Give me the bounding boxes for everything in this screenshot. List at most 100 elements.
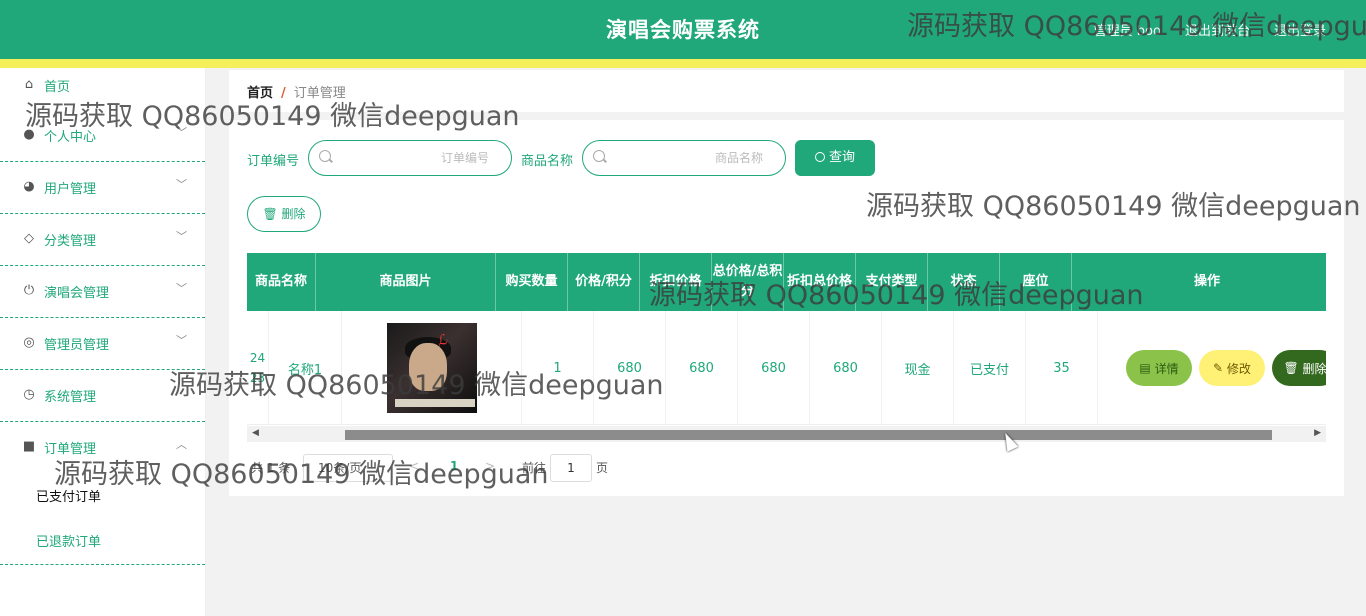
column-header: 状态 [928, 253, 1000, 311]
orders-table: 商品名称 商品图片 购买数量 价格/积分 折扣价格 总价格/总积分 折扣总价格 … [247, 253, 1326, 425]
sidebar-item-profile[interactable]: ● 个人中心 ﹀ [0, 110, 205, 162]
batch-delete-label: 删除 [281, 207, 306, 221]
column-header: 商品图片 [316, 253, 496, 311]
sidebar-subitem-label: 已退款订单 [36, 535, 102, 550]
product-name-search [582, 140, 786, 176]
sidebar-item-users[interactable]: ◕ 用户管理 ﹀ [0, 162, 205, 214]
page-number[interactable]: 1 [450, 459, 458, 473]
search-icon [319, 150, 331, 162]
page-size-select[interactable]: 10条/页 [303, 454, 393, 482]
home-icon: ⌂ [24, 77, 34, 92]
sidebar-item-label: 个人中心 [44, 130, 97, 145]
sidebar-subitem-paid-orders[interactable]: 已支付订单 [0, 472, 205, 517]
price-cell: 680 [594, 311, 666, 425]
main-content: 订单编号 商品名称 查询 🗑︎ 删除 商品名称 商品图片 购买数量 价格/积分 … [229, 120, 1344, 496]
category-icon: ◇ [24, 231, 34, 246]
seat-cell: 35 [1026, 311, 1098, 425]
document-icon: ▤ [1139, 361, 1155, 375]
delete-row-button[interactable]: 🗑︎ 删除 [1272, 350, 1326, 386]
power-icon: ⏻ [23, 283, 35, 298]
sidebar-item-system[interactable]: ◷ 系统管理 [0, 370, 205, 422]
scroll-right-arrow-icon[interactable]: ▶ [1314, 428, 1321, 438]
table-row[interactable]: 2423 名称1 ℒ 1 680 680 680 680 现金 已支付 35 ▤… [247, 311, 1326, 425]
header-actions: 管理员 boo 退出到前台 退出登录 [1094, 20, 1326, 39]
detail-button-label: 详情 [1154, 361, 1179, 376]
product-name-cell: 名称1 [269, 311, 342, 425]
breadcrumb-separator: / [281, 86, 286, 101]
batch-delete-button[interactable]: 🗑︎ 删除 [247, 196, 321, 232]
sidebar-item-label: 系统管理 [44, 390, 97, 405]
order-no-cell: 2423 [247, 311, 269, 425]
chevron-down-icon: ﹀ [176, 230, 187, 243]
users-icon: ◕ [23, 179, 35, 194]
admin-icon: ◎ [23, 335, 35, 350]
column-header: 商品名称 [247, 253, 316, 311]
product-image-cell: ℒ [342, 311, 522, 425]
discount-price-cell: 680 [666, 311, 738, 425]
operation-cell: ▤ 详情 ✎ 修改 🗑︎ 删除 [1098, 311, 1326, 425]
goto-label: 前往 [522, 461, 547, 475]
pagination-total: 共 1 条 [251, 461, 291, 475]
scroll-left-arrow-icon[interactable]: ◀ [252, 428, 259, 438]
chevron-down-icon: ﹀ [176, 282, 187, 295]
horizontal-scrollbar[interactable]: ◀ ▶ [247, 426, 1326, 442]
next-page-button[interactable]: > [485, 459, 495, 473]
page-size-value: 10条/页 [318, 461, 362, 475]
discount-total-cell: 680 [810, 311, 882, 425]
product-name-input[interactable] [613, 148, 763, 168]
edit-button[interactable]: ✎ 修改 [1199, 350, 1265, 386]
sidebar-item-category[interactable]: ◇ 分类管理 ﹀ [0, 214, 205, 266]
sidebar-item-order[interactable]: ■ 订单管理 ︿ [0, 422, 205, 474]
sidebar-item-concert[interactable]: ⏻ 演唱会管理 ﹀ [0, 266, 205, 318]
user-icon: ● [23, 127, 35, 142]
breadcrumb-card: 首页 / 订单管理 [229, 70, 1344, 112]
header-accent-line [0, 59, 1366, 68]
sidebar-subitem-label: 已支付订单 [36, 490, 102, 505]
scrollbar-thumb[interactable] [345, 430, 1272, 440]
product-image[interactable]: ℒ [386, 323, 477, 413]
current-user-label: 管理员 boo [1093, 24, 1161, 39]
sidebar-item-label: 演唱会管理 [44, 286, 110, 301]
query-button-label: 查询 [828, 150, 855, 165]
chevron-down-icon: ﹀ [176, 178, 187, 191]
delete-row-label: 删除 [1302, 361, 1326, 376]
goto-page-input[interactable] [550, 454, 592, 482]
logout-link[interactable]: 退出登录 [1274, 20, 1326, 39]
chevron-down-icon: ﹀ [176, 126, 187, 139]
sidebar-item-label: 用户管理 [44, 182, 97, 197]
order-no-label: 订单编号 [247, 154, 300, 169]
breadcrumb: 首页 / 订单管理 [247, 82, 346, 101]
pencil-icon: ✎ [1213, 361, 1227, 375]
trash-icon: 🗑︎ [262, 207, 278, 221]
sidebar-item-admin[interactable]: ◎ 管理员管理 ﹀ [0, 318, 205, 370]
chevron-down-icon: ﹀ [176, 334, 187, 347]
search-icon [814, 152, 825, 162]
sidebar-item-label: 管理员管理 [44, 338, 110, 353]
sidebar-subitem-refunded-orders[interactable]: 已退款订单 [0, 517, 205, 565]
search-icon [593, 150, 605, 162]
column-header: 支付类型 [856, 253, 928, 311]
page-unit-label: 页 [596, 461, 609, 475]
pagination: 共 1 条 10条/页 < 1 > 前往 页 [251, 454, 851, 482]
status-cell: 已支付 [954, 311, 1026, 425]
query-button[interactable]: 查询 [795, 140, 875, 176]
prev-page-button[interactable]: < [409, 459, 419, 473]
sidebar-item-label: 订单管理 [44, 442, 97, 457]
trash-icon: 🗑︎ [1283, 361, 1303, 375]
back-to-frontend-link[interactable]: 退出到前台 [1185, 20, 1250, 39]
column-header: 座位 [1000, 253, 1072, 311]
column-header: 总价格/总积分 [712, 253, 784, 311]
column-header: 价格/积分 [568, 253, 640, 311]
detail-button[interactable]: ▤ 详情 [1126, 350, 1192, 386]
breadcrumb-home[interactable]: 首页 [247, 86, 273, 101]
breadcrumb-current: 订单管理 [293, 86, 346, 101]
column-header: 操作 [1193, 274, 1220, 289]
pay-type-cell: 现金 [882, 311, 954, 425]
order-no-input[interactable] [339, 148, 489, 168]
clock-icon: ◷ [23, 387, 35, 402]
quantity-cell: 1 [522, 311, 594, 425]
edit-button-label: 修改 [1226, 361, 1251, 376]
sidebar-item-home[interactable]: ⌂ 首页 [0, 68, 205, 102]
sidebar: ⌂ 首页 ● 个人中心 ﹀ ◕ 用户管理 ﹀ ◇ 分类管理 ﹀ ⏻ 演唱会管理 … [0, 68, 206, 616]
sidebar-item-label: 分类管理 [44, 234, 97, 249]
